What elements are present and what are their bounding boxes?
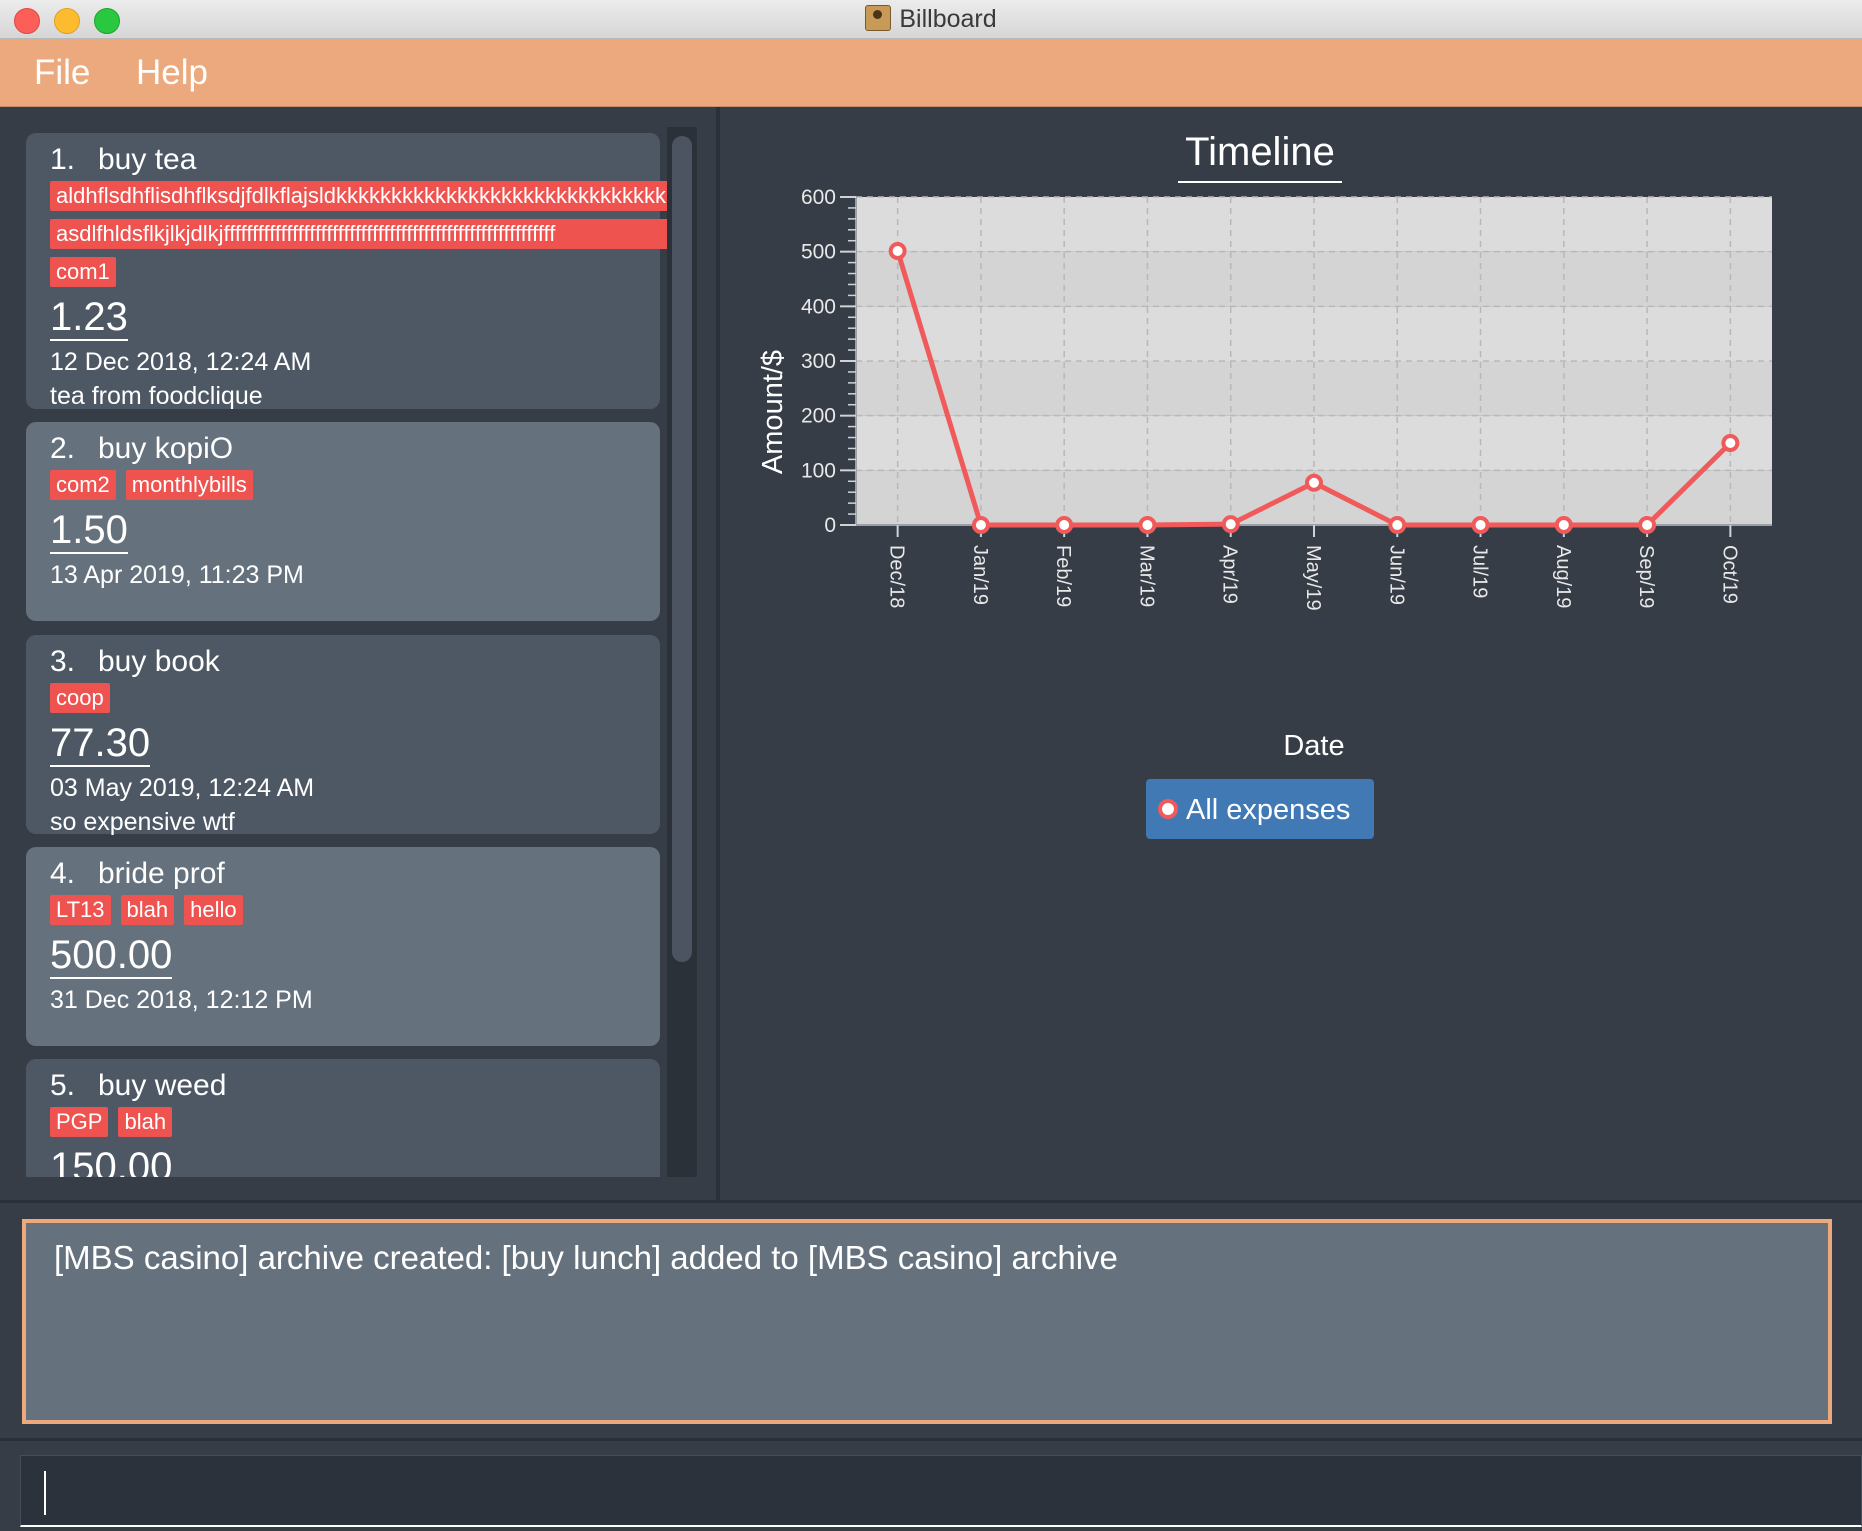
tag: asdlfhldsflkjlkjdlkjffffffffffffffffffff… <box>50 219 680 249</box>
expense-list-panel[interactable]: 1. buy tea aldhflsdhflisdhflksdjfdlkflajs… <box>0 107 716 1200</box>
expense-card-1[interactable]: 1. buy tea aldhflsdhflisdhflksdjfdlkflajs… <box>26 133 680 410</box>
x-tick-label: Mar/19 <box>1135 545 1157 607</box>
tag-list: com2 monthlybills <box>50 470 636 508</box>
legend-marker-icon <box>1158 799 1178 819</box>
result-display: [MBS casino] archive created: [buy lunch… <box>22 1219 1832 1424</box>
expense-amount: 77.30 <box>50 721 151 767</box>
tag: coop <box>50 683 110 713</box>
y-tick-label: 500 <box>801 241 836 264</box>
y-tick-label: 400 <box>801 295 836 318</box>
data-point <box>1388 516 1407 534</box>
result-display-area: [MBS casino] archive created: [buy lunch… <box>0 1200 1862 1441</box>
data-point <box>1305 473 1323 492</box>
window-title-text: Billboard <box>899 5 997 33</box>
text-caret <box>44 1471 46 1515</box>
result-message: [MBS casino] archive created: [buy lunch… <box>54 1239 1118 1276</box>
tag: blah <box>118 1107 173 1137</box>
timeline-chart: Timeline 0 100 200 300 400 500 600 Dec/18 Jan/1… <box>757 130 1772 839</box>
expense-amount: 1.50 <box>50 508 128 554</box>
title-bar: Billboard <box>0 0 1862 39</box>
expense-amount: 1.23 <box>50 295 128 341</box>
tag-list: aldhflsdhflisdhflksdjfdlkflajsldkkkkkkkk… <box>50 181 680 295</box>
expense-title: 4. bride prof <box>50 855 636 893</box>
y-tick-label: 100 <box>801 459 836 482</box>
expense-title: 2. buy kopiO <box>50 430 636 468</box>
tag: com2 <box>50 470 116 500</box>
tag: hello <box>184 895 243 925</box>
expense-title: 3. buy book <box>50 643 636 681</box>
expense-amount: 500.00 <box>50 933 173 979</box>
command-input[interactable] <box>20 1455 1862 1527</box>
data-point <box>1721 434 1740 452</box>
x-axis-label: Date <box>1283 730 1344 762</box>
y-tick-label: 600 <box>801 186 836 209</box>
expense-date: 31 Dec 2018, 12:12 PM <box>50 986 313 1014</box>
data-point <box>971 516 990 534</box>
app-icon <box>865 5 892 31</box>
x-tick-label: Jul/19 <box>1469 545 1491 598</box>
x-tick-label: Apr/19 <box>1219 545 1241 604</box>
tag: blah <box>120 895 175 925</box>
expense-name: buy kopiO <box>98 432 234 465</box>
expense-title: 5. buy weed <box>50 1067 636 1105</box>
list-bottom-padding <box>0 1177 716 1200</box>
expense-index: 3. <box>50 645 76 678</box>
tag-list: coop <box>50 683 636 721</box>
command-box-area <box>0 1438 1862 1531</box>
tag: monthlybills <box>125 470 253 500</box>
expense-index: 1. <box>50 143 76 176</box>
list-scrollbar-thumb[interactable] <box>672 136 692 962</box>
x-tick-label: Sep/19 <box>1635 545 1657 608</box>
chart-title: Timeline <box>1185 130 1335 174</box>
x-tick-label: Jun/19 <box>1385 545 1407 605</box>
expense-index: 4. <box>50 857 76 890</box>
y-tick-label: 300 <box>801 350 836 373</box>
data-point <box>888 241 907 260</box>
expense-title: 1. buy tea <box>50 141 636 179</box>
x-tick-label: Dec/18 <box>886 545 908 608</box>
x-tick-label: May/19 <box>1302 545 1324 611</box>
expense-date: 13 Apr 2019, 11:23 PM <box>50 561 304 589</box>
legend-label: All expenses <box>1186 794 1350 826</box>
expense-index: 5. <box>50 1069 76 1102</box>
expense-card-4[interactable]: 4. bride prof LT13 blah hello 500.00 31 Dec… <box>26 847 660 1046</box>
data-point <box>1471 516 1490 534</box>
tag-list: LT13 blah hello <box>50 895 636 933</box>
expense-index: 2. <box>50 432 76 465</box>
expense-name: buy tea <box>98 143 197 176</box>
x-tick-label: Jan/19 <box>969 545 991 605</box>
tag-list: PGP blah <box>50 1107 636 1145</box>
y-tick-label: 200 <box>801 405 836 428</box>
data-point <box>1638 516 1657 534</box>
expense-date: 12 Dec 2018, 12:24 AM <box>50 348 312 376</box>
expense-date: 03 May 2019, 12:24 AM <box>50 774 315 802</box>
expense-name: buy weed <box>98 1069 227 1102</box>
data-point <box>1138 516 1157 534</box>
chart-legend[interactable]: All expenses <box>1146 779 1374 839</box>
tag: com1 <box>50 257 116 287</box>
data-point <box>1055 516 1074 534</box>
menu-help[interactable]: Help <box>136 53 208 93</box>
menu-bar: File Help <box>0 39 1862 107</box>
tag: aldhflsdhflisdhflksdjfdlkflajsldkkkkkkkk… <box>50 181 680 211</box>
data-point <box>1554 516 1573 534</box>
expense-name: bride prof <box>98 857 225 890</box>
window-title: Billboard <box>0 5 1862 34</box>
menu-file[interactable]: File <box>34 53 90 93</box>
expense-card-3[interactable]: 3. buy book coop 77.30 03 May 2019, 12:24… <box>26 635 660 836</box>
tag: PGP <box>50 1107 109 1137</box>
tag: LT13 <box>50 895 111 925</box>
data-point <box>1221 515 1240 534</box>
expense-card-2[interactable]: 2. buy kopiO com2 monthlybills 1.50 13 Apr… <box>26 422 660 621</box>
y-tick-label: 0 <box>824 514 836 537</box>
expense-name: buy book <box>98 645 220 678</box>
expense-description: so expensive wtf <box>50 808 235 836</box>
expense-description: tea from foodclique <box>50 382 263 410</box>
timeline-chart-panel: Timeline 0 100 200 300 400 500 600 Dec/18 Jan/1… <box>720 107 1862 1200</box>
x-tick-label: Oct/19 <box>1718 545 1740 604</box>
x-tick-label: Feb/19 <box>1052 545 1074 607</box>
x-tick-label: Aug/19 <box>1552 545 1574 608</box>
y-axis-label: Amount/$ <box>757 350 789 474</box>
